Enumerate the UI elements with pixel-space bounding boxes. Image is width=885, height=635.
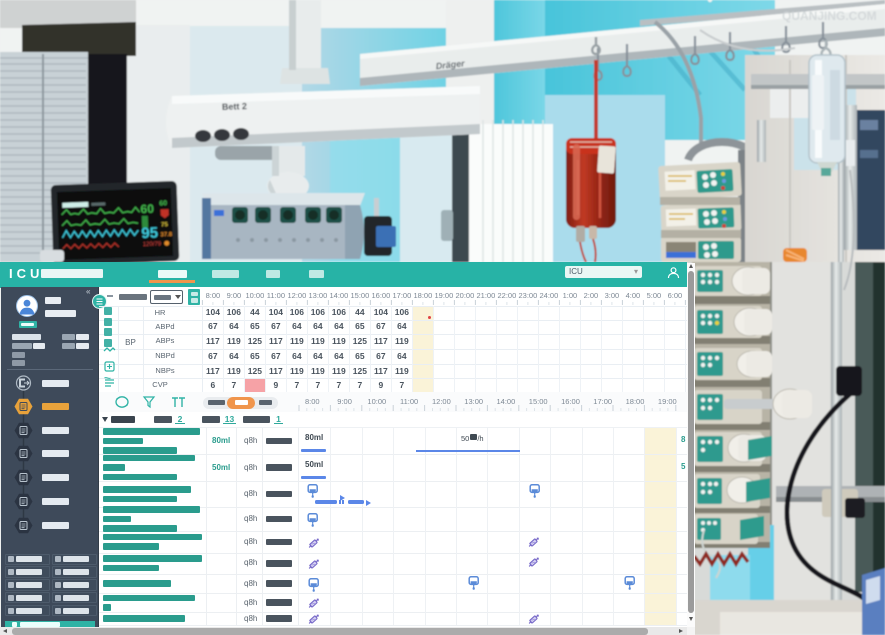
- svg-text:120/79: 120/79: [143, 241, 162, 248]
- svg-text:60: 60: [159, 200, 167, 207]
- svg-text:QUANJING.COM: QUANJING.COM: [782, 9, 877, 23]
- svg-text:Bett 2: Bett 2: [222, 101, 247, 112]
- svg-text:95: 95: [141, 225, 158, 243]
- svg-text:37.8: 37.8: [160, 232, 173, 238]
- svg-text:75: 75: [161, 222, 169, 228]
- svg-text:60: 60: [140, 202, 154, 216]
